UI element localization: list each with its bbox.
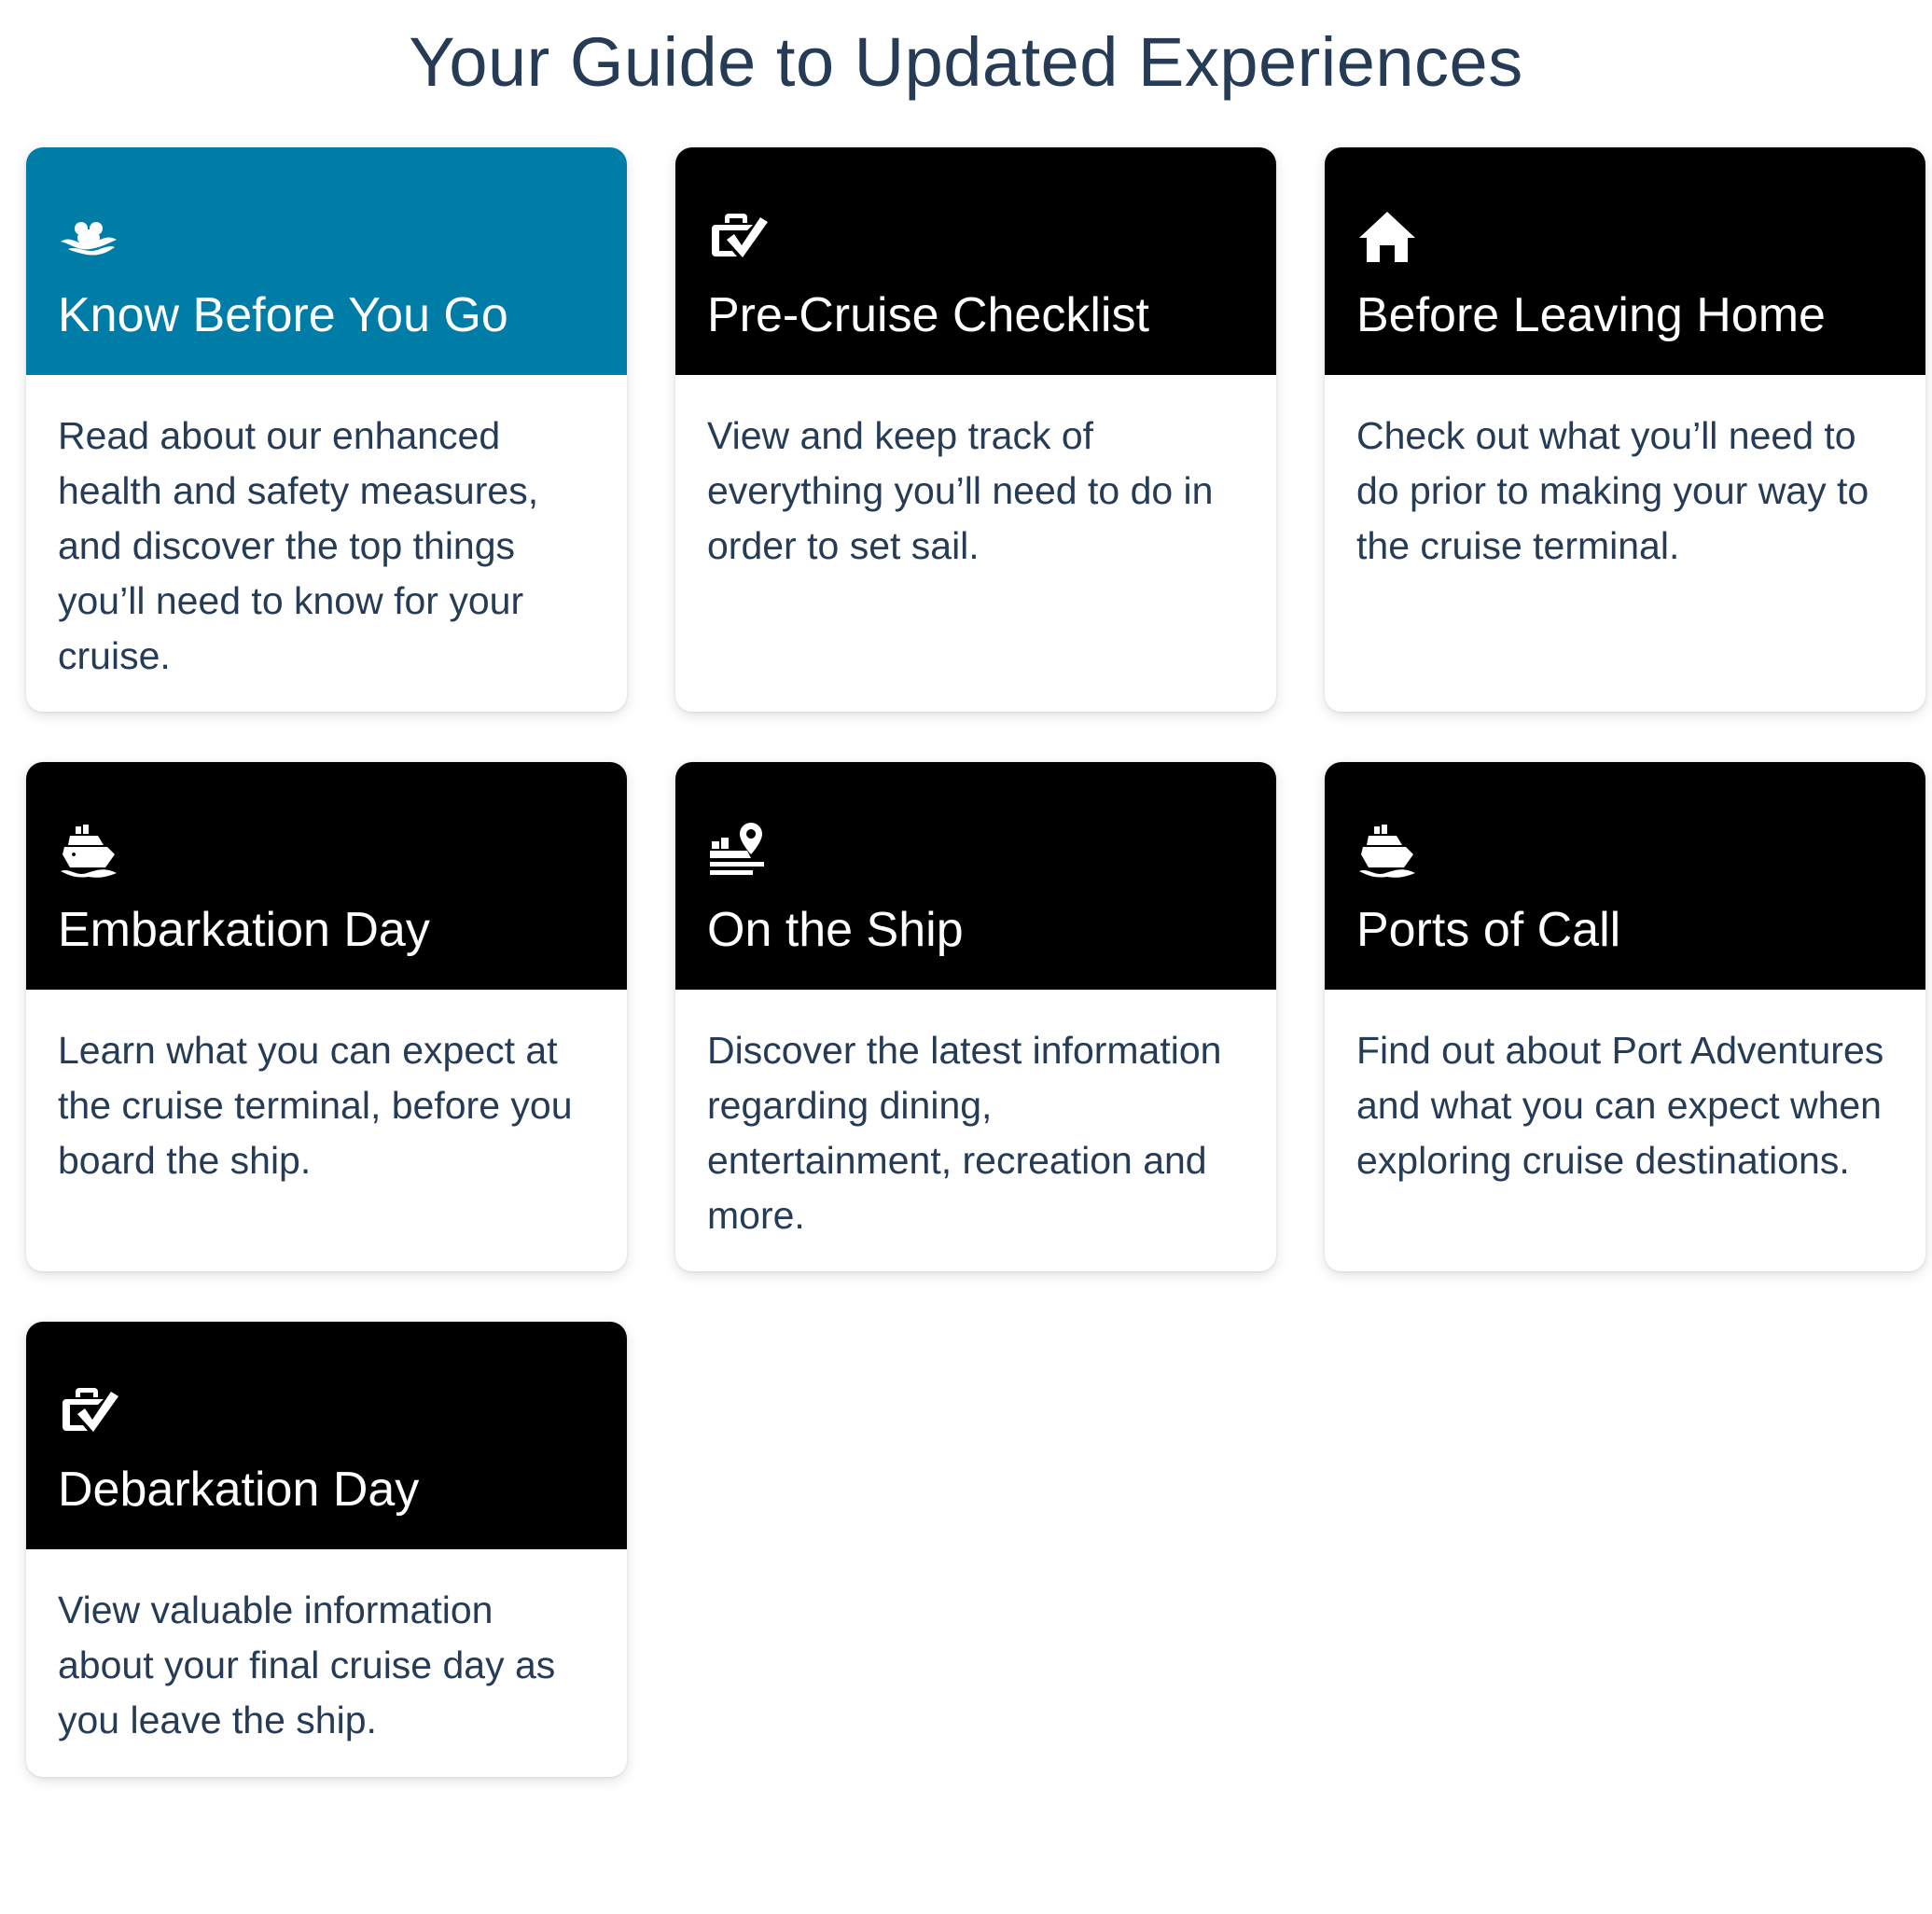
card-before-leaving-home[interactable]: Before Leaving Home Check out what you’l… — [1325, 147, 1925, 712]
card-title: Debarkation Day — [58, 1463, 420, 1517]
card-header: Know Before You Go — [26, 147, 627, 375]
cruise-ship-icon — [1356, 820, 1418, 881]
card-header: Debarkation Day — [26, 1322, 627, 1549]
card-pre-cruise-checklist[interactable]: Pre-Cruise Checklist View and keep track… — [675, 147, 1276, 712]
card-title: Ports of Call — [1356, 903, 1621, 957]
card-description: Check out what you’ll need to do prior t… — [1356, 414, 1869, 567]
card-description: View and keep track of everything you’ll… — [707, 414, 1214, 567]
card-description: Find out about Port Adventures and what … — [1356, 1029, 1884, 1182]
card-debarkation-day[interactable]: Debarkation Day View valuable informatio… — [26, 1322, 627, 1777]
card-ports-of-call[interactable]: Ports of Call Find out about Port Advent… — [1325, 762, 1925, 1271]
page-title: Your Guide to Updated Experiences — [409, 23, 1523, 101]
cruise-ship-icon — [58, 820, 119, 881]
card-header: Pre-Cruise Checklist — [675, 147, 1276, 375]
card-header: Before Leaving Home — [1325, 147, 1925, 375]
luggage-check-icon — [58, 1380, 119, 1441]
card-title: Know Before You Go — [58, 288, 508, 342]
card-title: Before Leaving Home — [1356, 288, 1826, 342]
card-title: Embarkation Day — [58, 903, 430, 957]
card-description: View valuable information about your fin… — [58, 1588, 556, 1741]
luggage-check-icon — [707, 205, 769, 267]
card-title: On the Ship — [707, 903, 964, 957]
card-description: Learn what you can expect at the cruise … — [58, 1029, 573, 1182]
home-icon — [1356, 205, 1418, 267]
mickey-ship-logo-icon — [58, 205, 119, 267]
card-header: Embarkation Day — [26, 762, 627, 990]
card-header: On the Ship — [675, 762, 1276, 990]
card-title: Pre-Cruise Checklist — [707, 288, 1149, 342]
card-description: Discover the latest information regardin… — [707, 1029, 1222, 1237]
ship-location-pin-icon — [707, 820, 769, 881]
card-header: Ports of Call — [1325, 762, 1925, 990]
card-description: Read about our enhanced health and safet… — [58, 414, 539, 677]
card-know-before-you-go[interactable]: Know Before You Go Read about our enhanc… — [26, 147, 627, 712]
card-on-the-ship[interactable]: On the Ship Discover the latest informat… — [675, 762, 1276, 1271]
card-embarkation-day[interactable]: Embarkation Day Learn what you can expec… — [26, 762, 627, 1271]
